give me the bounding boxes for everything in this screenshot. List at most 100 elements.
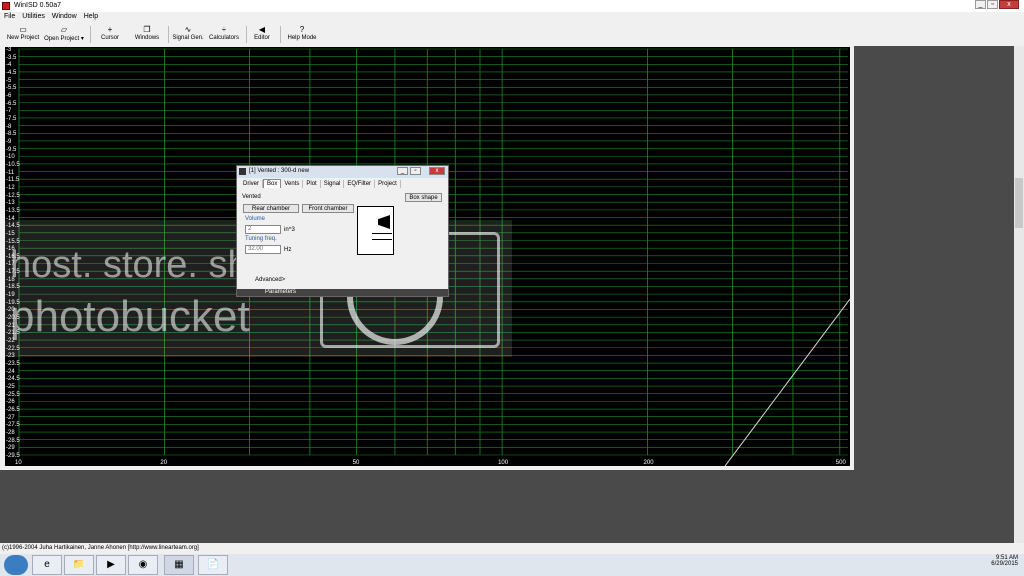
sine-wave-icon: ∿ — [184, 25, 192, 34]
y-tick-label: -28 — [6, 430, 15, 437]
tab-box[interactable]: Box — [263, 179, 282, 188]
editor-button[interactable]: ◀ Editor — [250, 25, 274, 45]
toolbar: ▭ New Project ▱ Open Project ▾ + Cursor ❐ Wi… — [0, 23, 1024, 47]
vertical-scrollbar[interactable] — [1014, 46, 1024, 543]
x-tick-label: 500 — [835, 460, 846, 466]
toolbar-separator — [280, 26, 281, 43]
y-tick-label: -26 — [6, 399, 15, 406]
y-tick-label: -13 — [6, 200, 15, 207]
media-player-icon[interactable]: ▶ — [96, 555, 126, 575]
menu-utilities[interactable]: Utilities — [18, 12, 48, 20]
y-tick-label: -8.5 — [6, 131, 17, 138]
y-tick-label: -5.5 — [6, 85, 17, 92]
windows-button[interactable]: ❐ Windows — [130, 25, 164, 45]
document-icon[interactable]: 📄 — [198, 555, 228, 575]
y-tick-label: -23.5 — [6, 361, 20, 368]
cursor-button[interactable]: + Cursor — [96, 25, 124, 45]
watermark-logo-text: photobucket — [10, 292, 250, 341]
advanced-toggle[interactable]: Advanced> — [255, 277, 285, 283]
toolbar-separator — [168, 26, 169, 43]
rear-chamber-button[interactable]: Rear chamber — [243, 204, 299, 213]
calculators-button[interactable]: ÷ Calculators — [208, 25, 240, 45]
dialog-title: [1] Vented : 300-d new — [249, 168, 310, 174]
tuning-freq-input[interactable]: 32.00 — [245, 245, 281, 254]
file-explorer-icon[interactable]: 📁 — [64, 555, 94, 575]
y-tick-label: -29.5 — [6, 453, 20, 459]
new-project-button[interactable]: ▭ New Project — [4, 25, 42, 45]
y-tick-label: -12.5 — [6, 192, 20, 199]
internet-explorer-icon[interactable]: e — [32, 555, 62, 575]
app-icon — [2, 2, 10, 10]
y-tick-label: -11.5 — [6, 177, 20, 184]
tab-vents[interactable]: Vents — [281, 180, 304, 188]
volume-input[interactable]: 2 — [245, 225, 281, 234]
copyright-text: (c)1996-2004 Juha Hartikainen, Janne Aho… — [2, 545, 199, 551]
y-tick-label: -24 — [6, 368, 15, 375]
dialog-tabs: Driver Box Vents Plot Signal EQ/Filter Project — [240, 179, 401, 189]
port-icon — [372, 233, 392, 234]
y-tick-label: -4.5 — [6, 69, 17, 76]
menu-bar: File Utilities Window Help — [0, 12, 1024, 23]
open-folder-icon: ▱ — [60, 25, 68, 34]
calculator-icon: ÷ — [221, 25, 227, 34]
toolbar-separator — [90, 26, 91, 43]
parameters-label: Parameters — [265, 289, 297, 295]
response-trace — [724, 298, 850, 466]
window-title: WinISD 0.50a7 — [14, 2, 62, 9]
y-tick-label: -4 — [6, 62, 12, 69]
toolbar-separator — [246, 26, 247, 43]
box-properties-dialog: [1] Vented : 300-d new _ ▫ x Driver Box Ve… — [236, 165, 449, 297]
close-button[interactable]: x — [999, 0, 1019, 9]
crosshair-icon: + — [107, 25, 113, 34]
mdi-background — [854, 46, 1024, 470]
box-shape-button[interactable]: Box shape — [405, 193, 442, 202]
new-project-icon: ▭ — [19, 25, 27, 34]
y-tick-label: -7 — [6, 108, 12, 115]
scrollbar-thumb[interactable] — [1015, 178, 1023, 228]
open-project-button[interactable]: ▱ Open Project ▾ — [42, 25, 86, 45]
y-tick-label: -10.5 — [6, 161, 20, 168]
y-tick-label: -26.5 — [6, 407, 20, 414]
y-tick-label: -11 — [6, 169, 15, 176]
help-mode-button[interactable]: ? Help Mode — [286, 25, 318, 45]
dialog-maximize-button[interactable]: ▫ — [410, 167, 421, 175]
tab-plot[interactable]: Plot — [303, 180, 321, 188]
minimize-button[interactable]: _ — [975, 0, 986, 9]
start-button[interactable] — [4, 555, 28, 575]
front-chamber-button[interactable]: Front chamber — [302, 204, 354, 213]
y-tick-label: -6 — [6, 92, 12, 99]
winisd-task-icon[interactable]: ▦ — [164, 555, 194, 575]
y-tick-label: -8 — [6, 123, 12, 130]
y-tick-label: -27.5 — [6, 422, 20, 429]
y-tick-label: -25 — [6, 384, 15, 391]
dialog-minimize-button[interactable]: _ — [397, 167, 408, 175]
window-titlebar: WinISD 0.50a7 _ ▫ x — [0, 0, 1024, 12]
tab-eq-filter[interactable]: EQ/Filter — [344, 180, 376, 188]
y-tick-label: -10 — [6, 154, 15, 161]
menu-help[interactable]: Help — [80, 12, 101, 20]
maximize-button[interactable]: ▫ — [987, 0, 998, 9]
tuning-freq-label: Tuning freq. — [245, 236, 277, 242]
menu-file[interactable]: File — [0, 12, 18, 20]
signal-gen-button[interactable]: ∿ Signal Gen. — [172, 25, 204, 45]
y-tick-label: -27 — [6, 414, 15, 421]
box-diagram-icon — [357, 206, 394, 255]
x-tick-label: 200 — [643, 460, 654, 466]
x-tick-label: 10 — [15, 460, 22, 466]
dialog-close-button[interactable]: x — [429, 167, 445, 175]
tab-signal[interactable]: Signal — [321, 180, 345, 188]
x-tick-label: 50 — [352, 460, 360, 466]
menu-window[interactable]: Window — [48, 12, 80, 20]
port-icon — [372, 239, 392, 240]
tab-driver[interactable]: Driver — [240, 180, 263, 188]
x-tick-label: 100 — [498, 460, 509, 466]
clock-date: 6/29/2015 — [991, 561, 1018, 567]
y-tick-label: -9.5 — [6, 146, 17, 153]
y-tick-label: -6.5 — [6, 100, 17, 107]
box-type-label: Vented — [242, 194, 261, 200]
tab-project[interactable]: Project — [375, 180, 401, 188]
help-icon: ? — [299, 25, 305, 34]
y-tick-label: -7.5 — [6, 115, 17, 122]
chrome-icon[interactable]: ◉ — [128, 555, 158, 575]
system-clock[interactable]: 9:51 AM 6/29/2015 — [991, 555, 1018, 567]
